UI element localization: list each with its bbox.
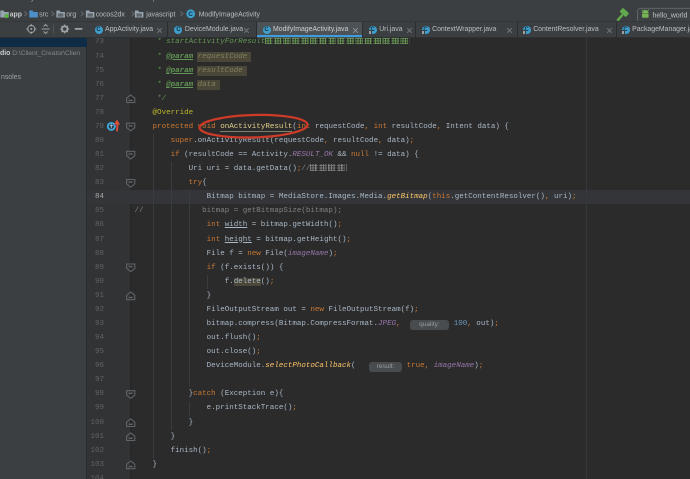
svg-text:ModifyImageActivity: ModifyImageActivity — [199, 11, 261, 18]
svg-text:src: src — [39, 11, 49, 18]
svg-text:org: org — [66, 11, 76, 18]
svg-text:C: C — [188, 11, 193, 18]
svg-text:javascript: javascript — [145, 11, 175, 18]
svg-text:cocos2dx: cocos2dx — [96, 11, 126, 18]
svg-text:hello_world: hello_world — [653, 13, 688, 20]
svg-text:app: app — [10, 11, 22, 18]
